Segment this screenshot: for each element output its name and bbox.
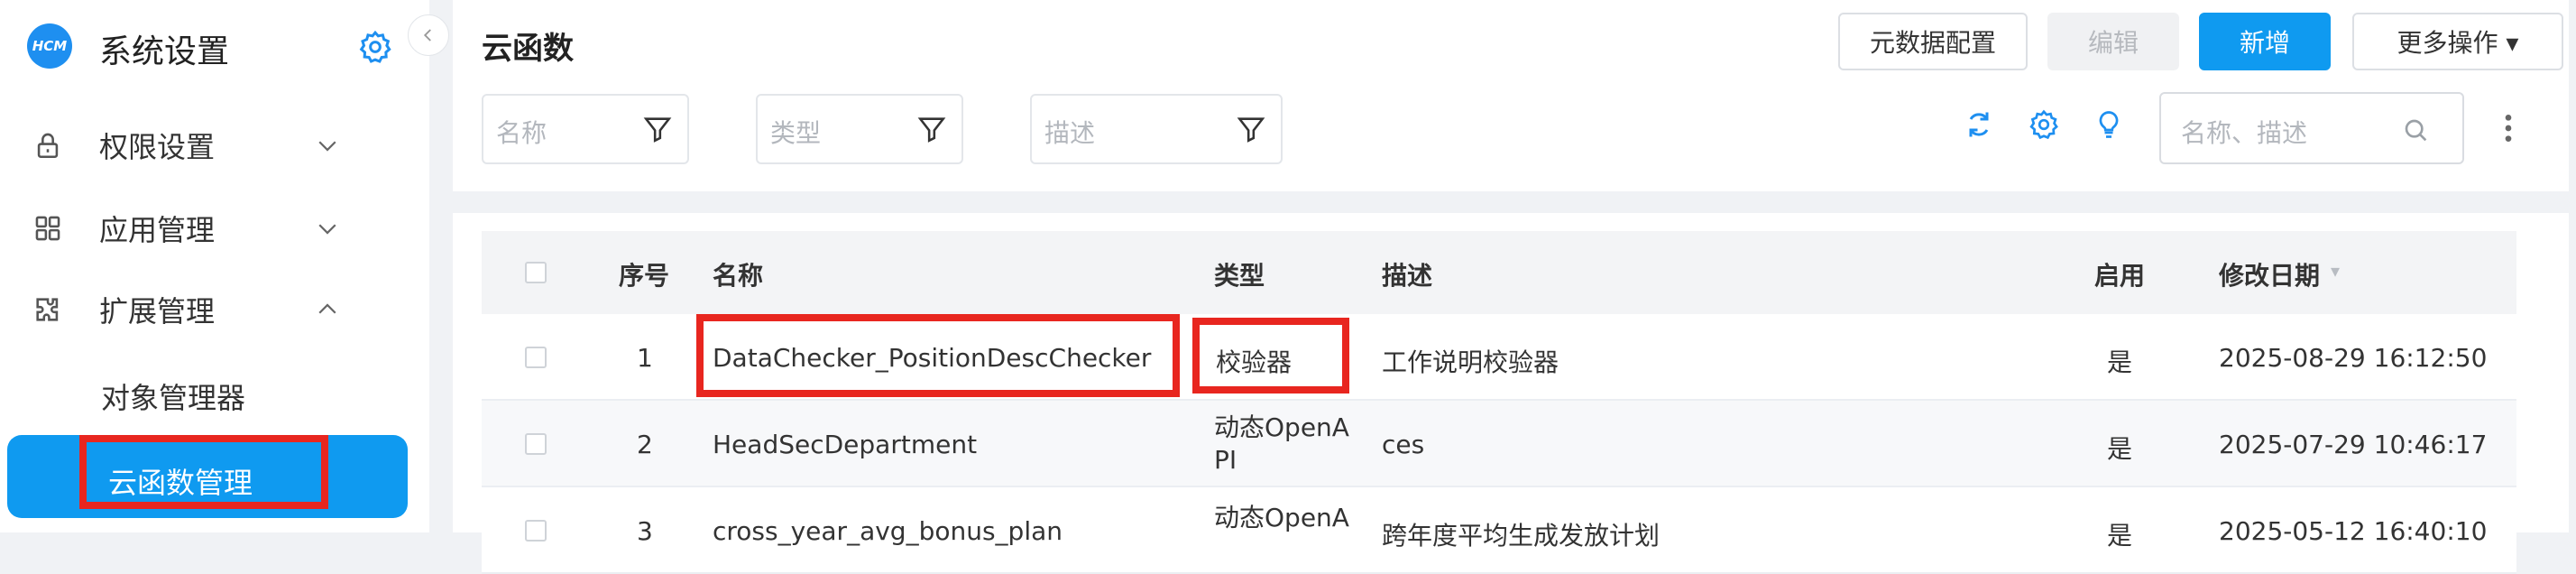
column-header-type[interactable]: 类型: [1214, 256, 1265, 292]
description-filter-placeholder: 描述: [1044, 118, 1096, 148]
row-checkbox[interactable]: [525, 347, 547, 368]
row-index: 3: [637, 516, 653, 546]
row-enabled: 是: [2107, 347, 2133, 377]
app-logo: HCM: [27, 23, 72, 69]
app-title: 系统设置: [99, 33, 230, 70]
more-actions-button[interactable]: 更多操作 ▾: [2352, 13, 2563, 70]
row-index: 2: [637, 430, 653, 459]
sidebar-item-extension-management[interactable]: 扩展管理: [0, 269, 429, 350]
sidebar-subitem-object-manager[interactable]: 对象管理器: [101, 375, 245, 417]
row-name[interactable]: cross_year_avg_bonus_plan: [713, 516, 1063, 546]
sidebar-item-label: 扩展管理: [99, 294, 216, 329]
chevron-up-icon: [318, 303, 336, 314]
highlight-box: [1192, 318, 1349, 393]
search-input[interactable]: 名称、描述: [2159, 92, 2464, 164]
grid-icon: [35, 216, 60, 241]
lightbulb-icon[interactable]: [2093, 108, 2125, 141]
settings-icon[interactable]: [2028, 108, 2060, 141]
search-placeholder: 名称、描述: [2181, 118, 2308, 148]
filter-icon[interactable]: [916, 114, 947, 144]
refresh-icon[interactable]: [1963, 108, 1995, 141]
page-title: 云函数: [482, 31, 574, 67]
lock-icon: [37, 133, 59, 159]
column-header-name[interactable]: 名称: [713, 256, 763, 292]
chevron-down-icon: [318, 224, 336, 235]
name-filter[interactable]: 名称: [482, 94, 689, 164]
filter-icon[interactable]: [1236, 114, 1266, 144]
column-header-index: 序号: [619, 261, 670, 291]
search-icon[interactable]: [2401, 116, 2430, 144]
table-header: [482, 231, 2516, 314]
type-filter[interactable]: 类型: [756, 94, 963, 164]
row-enabled: 是: [2107, 521, 2133, 551]
row-name[interactable]: HeadSecDepartment: [713, 430, 977, 459]
row-enabled: 是: [2107, 434, 2133, 464]
more-vertical-icon[interactable]: [2495, 110, 2522, 146]
row-checkbox[interactable]: [525, 433, 547, 455]
chevron-left-icon: [423, 29, 431, 42]
column-header-enabled[interactable]: 启用: [2094, 256, 2145, 292]
row-description: ces: [1382, 430, 1425, 459]
edit-button[interactable]: 编辑: [2047, 13, 2179, 70]
name-filter-placeholder: 名称: [496, 118, 547, 148]
sort-descending-icon[interactable]: ▾: [2331, 260, 2340, 282]
chevron-down-icon: [318, 141, 336, 152]
filter-icon[interactable]: [642, 114, 673, 144]
sidebar-item-label: 应用管理: [99, 213, 216, 247]
description-filter[interactable]: 描述: [1030, 94, 1283, 164]
row-index: 1: [637, 343, 653, 373]
sidebar-subitem-cloud-function-label: 云函数管理: [108, 466, 253, 500]
collapse-sidebar-button[interactable]: [408, 14, 449, 56]
row-type: 动态OpenAPI: [1214, 412, 1349, 475]
row-modified: 2025-08-29 16:12:50: [2219, 343, 2488, 373]
gear-icon[interactable]: [357, 29, 393, 65]
row-description: 工作说明校验器: [1382, 347, 1559, 377]
row-checkbox[interactable]: [525, 520, 547, 542]
highlight-box: [696, 314, 1180, 397]
select-all-checkbox[interactable]: [525, 262, 547, 283]
type-filter-placeholder: 类型: [770, 118, 822, 148]
row-description: 跨年度平均生成发放计划: [1382, 521, 1661, 551]
column-header-modified[interactable]: 修改日期: [2219, 256, 2320, 292]
row-modified: 2025-07-29 10:46:17: [2219, 430, 2488, 459]
add-button[interactable]: 新增: [2199, 13, 2331, 70]
sidebar-item-app-management[interactable]: 应用管理: [0, 188, 429, 269]
column-header-description[interactable]: 描述: [1382, 256, 1432, 292]
sidebar-item-permissions[interactable]: 权限设置: [0, 105, 429, 186]
metadata-config-button[interactable]: 元数据配置: [1838, 13, 2028, 70]
sidebar-item-label: 权限设置: [99, 130, 216, 164]
puzzle-icon: [36, 298, 59, 321]
row-modified: 2025-05-12 16:40:10: [2219, 516, 2488, 546]
row-type: 动态OpenA: [1214, 503, 1349, 532]
